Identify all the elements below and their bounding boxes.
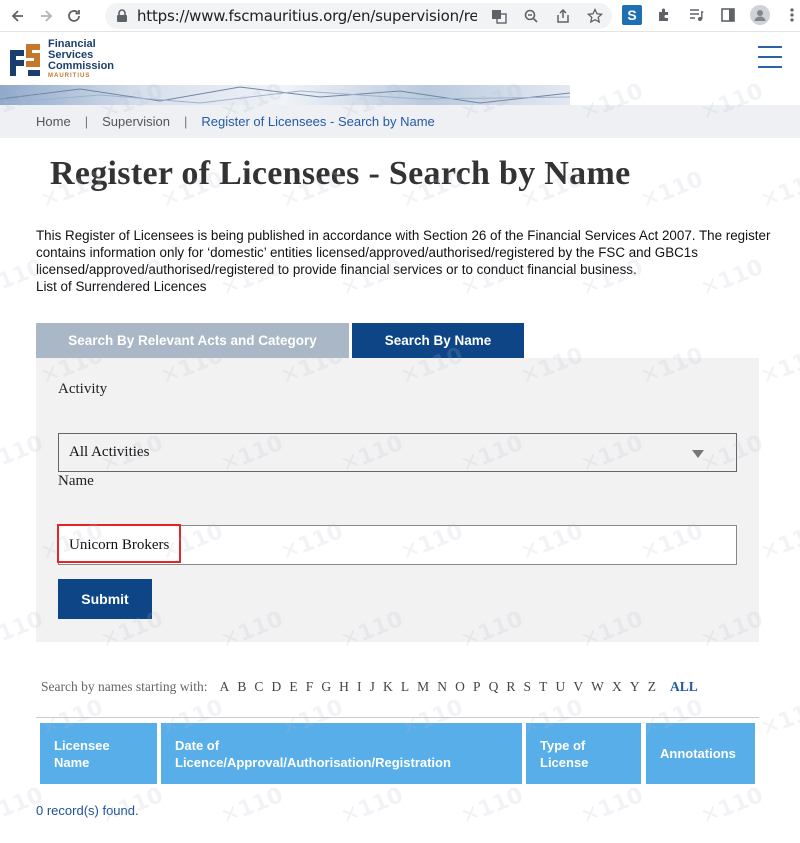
back-icon[interactable] [6, 4, 30, 28]
alphabet-letter-h[interactable]: H [339, 679, 349, 695]
alphabet-letter-d[interactable]: D [272, 679, 282, 695]
name-label: Name [58, 473, 94, 489]
zoom-icon[interactable] [522, 7, 540, 25]
alphabet-letter-v[interactable]: V [573, 679, 583, 695]
alphabet-letter-b[interactable]: B [237, 679, 246, 695]
alphabet-letter-m[interactable]: M [417, 679, 429, 695]
alphabet-letter-x[interactable]: X [612, 679, 622, 695]
breadcrumb-home[interactable]: Home [36, 114, 71, 129]
alphabet-letter-l[interactable]: L [401, 679, 409, 695]
breadcrumb-current[interactable]: Register of Licensees - Search by Name [201, 114, 434, 129]
column-header-label: Date of Licence/Approval/Authorisation/R… [175, 737, 451, 770]
alphabet-letters: ABCDEFGHIJKLMNOPQRSTUVWXYZ [219, 679, 664, 695]
alphabet-letter-y[interactable]: Y [630, 679, 640, 695]
watermark-mark: ✕110 [757, 166, 800, 215]
alphabet-letter-k[interactable]: K [383, 679, 393, 695]
activity-select-value: All Activities [69, 444, 150, 460]
divider [36, 717, 759, 718]
address-bar[interactable]: https://www.fscmauritius.org/en/supervis… [105, 3, 612, 29]
watermark-mark: ✕110 [757, 518, 800, 567]
alphabet-letter-s[interactable]: S [524, 679, 532, 695]
header-banner-image [0, 85, 570, 105]
alphabet-letter-p[interactable]: P [473, 679, 481, 695]
site-header: Financial Services Commission MAURITIUS [0, 33, 800, 85]
lock-icon[interactable] [115, 9, 129, 23]
intro-text: This Register of Licensees is being publ… [36, 227, 776, 295]
watermark-mark: ✕110 [757, 342, 800, 391]
alphabet-letter-j[interactable]: J [370, 679, 375, 695]
media-icon[interactable] [686, 5, 706, 25]
search-form-panel: Activity All Activities Name Submit [36, 358, 759, 642]
puzzle-icon[interactable] [654, 5, 674, 25]
column-header-label: Type of License [540, 737, 589, 770]
breadcrumb-separator: | [184, 114, 188, 129]
alphabet-letter-a[interactable]: A [219, 679, 229, 695]
alphabet-letter-r[interactable]: R [506, 679, 515, 695]
column-header-annotations[interactable]: Annotations [646, 723, 755, 784]
intro-paragraph: This Register of Licensees is being publ… [36, 228, 771, 277]
translate-icon[interactable] [490, 7, 508, 25]
alphabet-letter-n[interactable]: N [437, 679, 447, 695]
records-found-text: 0 record(s) found. [36, 803, 139, 818]
activity-select[interactable]: All Activities [58, 433, 737, 472]
tab-search-by-acts[interactable]: Search By Relevant Acts and Category [36, 323, 349, 358]
watermark-mark: ✕110 [337, 782, 407, 831]
alphabet-letter-i[interactable]: I [357, 679, 362, 695]
breadcrumb: Home | Supervision | Register of License… [0, 105, 800, 138]
activity-label: Activity [58, 381, 108, 397]
fsc-logo-text: Financial Services Commission MAURITIUS [48, 39, 114, 80]
menu-icon[interactable] [758, 46, 782, 68]
alphabet-letter-u[interactable]: U [555, 679, 565, 695]
column-header-label: Licensee Name [54, 737, 110, 770]
breadcrumb-supervision[interactable]: Supervision [102, 114, 170, 129]
star-icon[interactable] [586, 7, 604, 25]
watermark-mark: ✕110 [757, 694, 800, 743]
alphabet-letter-e[interactable]: E [289, 679, 297, 695]
alphabet-letter-c[interactable]: C [254, 679, 263, 695]
watermark-mark: ✕110 [457, 782, 527, 831]
alphabet-all-link[interactable]: ALL [670, 679, 698, 695]
surrendered-licences-link[interactable]: List of Surrendered Licences [36, 278, 776, 295]
fsc-logo-mark-icon [6, 40, 44, 80]
column-header-type[interactable]: Type of License [526, 723, 641, 784]
alphabet-letter-t[interactable]: T [539, 679, 547, 695]
name-input[interactable] [58, 525, 737, 565]
logo-line-commission: Commission [48, 60, 115, 72]
more-icon[interactable] [782, 5, 800, 25]
alphabet-letter-o[interactable]: O [455, 679, 465, 695]
profile-icon[interactable] [750, 5, 770, 25]
share-icon[interactable] [554, 7, 572, 25]
browser-toolbar: https://www.fscmauritius.org/en/supervis… [0, 0, 800, 32]
column-header-date[interactable]: Date of Licence/Approval/Authorisation/R… [161, 723, 522, 784]
column-header-label: Annotations [660, 746, 736, 761]
column-header-licensee-name[interactable]: Licensee Name [40, 723, 157, 784]
alphabet-letter-g[interactable]: G [321, 679, 331, 695]
alphabet-letter-f[interactable]: F [306, 679, 314, 695]
watermark-mark: ✕110 [577, 782, 647, 831]
forward-icon[interactable] [34, 4, 58, 28]
fsc-logo[interactable]: Financial Services Commission MAURITIUS [6, 39, 114, 80]
extension-s-icon[interactable]: S [622, 5, 642, 25]
alphabet-letter-q[interactable]: Q [489, 679, 499, 695]
url-text[interactable]: https://www.fscmauritius.org/en/supervis… [137, 7, 477, 25]
caret-down-icon [692, 450, 704, 458]
logo-line-mauritius: MAURITIUS [48, 73, 91, 79]
watermark-mark: ✕110 [637, 166, 707, 215]
reload-icon[interactable] [62, 4, 86, 28]
alphabet-letter-z[interactable]: Z [648, 679, 656, 695]
breadcrumb-separator: | [84, 114, 89, 129]
tab-search-by-name[interactable]: Search By Name [352, 323, 524, 358]
alphabet-letter-w[interactable]: W [591, 679, 604, 695]
alphabet-filter-label: Search by names starting with: [41, 679, 208, 694]
submit-button[interactable]: Submit [58, 579, 152, 619]
alphabet-filter: Search by names starting with: ABCDEFGHI… [41, 679, 698, 695]
watermark-mark: ✕110 [217, 782, 287, 831]
page-title: Register of Licensees - Search by Name [50, 155, 631, 192]
sidepanel-icon[interactable] [718, 5, 738, 25]
watermark-mark: ✕110 [697, 782, 767, 831]
